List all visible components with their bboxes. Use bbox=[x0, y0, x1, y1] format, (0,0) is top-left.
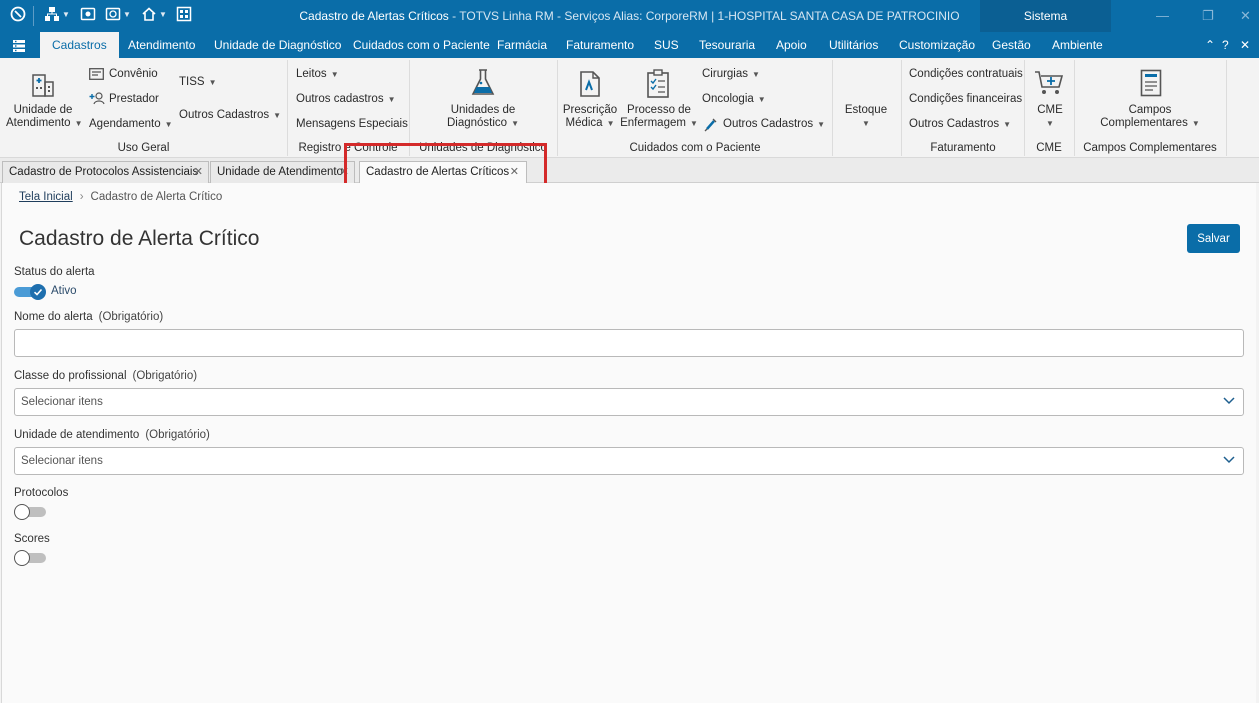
close-tab-icon[interactable]: ✕ bbox=[194, 162, 203, 183]
group-label-uso-geral: Uso Geral bbox=[117, 142, 170, 154]
doc-tab-unidade[interactable]: Unidade de Atendimento ✕ bbox=[210, 161, 355, 183]
group-label-campos: Campos Complementares bbox=[1083, 142, 1217, 154]
outros-cadastros-registro-button[interactable]: Outros cadastros ▼ bbox=[296, 93, 396, 105]
oncologia-button[interactable]: Oncologia ▼ bbox=[702, 93, 766, 105]
form-icon bbox=[1140, 69, 1162, 100]
breadcrumb-home[interactable]: Tela Inicial bbox=[19, 191, 73, 203]
breadcrumb-current: Cadastro de Alerta Crítico bbox=[90, 191, 223, 203]
tab-tesouraria[interactable]: Tesouraria bbox=[699, 32, 755, 58]
scores-toggle[interactable] bbox=[14, 550, 46, 566]
tab-faturamento[interactable]: Faturamento bbox=[566, 32, 634, 58]
cart-icon bbox=[1034, 70, 1064, 99]
convenio-button[interactable]: Convênio bbox=[109, 68, 158, 80]
menu-bar: Cadastros Atendimento Unidade de Diagnós… bbox=[0, 32, 1259, 58]
outros-cadastros-cuidados-button[interactable]: Outros Cadastros ▼ bbox=[723, 118, 825, 130]
close-icon[interactable]: ✕ bbox=[1240, 8, 1251, 24]
prestador-button[interactable]: Prestador bbox=[109, 93, 159, 105]
main-content: Tela Inicial › Cadastro de Alerta Crítico … bbox=[1, 183, 1256, 703]
chevron-down-icon bbox=[1223, 456, 1235, 464]
prescricao-medica-button[interactable]: Prescrição Médica ▼ bbox=[561, 104, 619, 130]
building-icon bbox=[30, 70, 56, 101]
cirurgias-button[interactable]: Cirurgias ▼ bbox=[702, 68, 760, 80]
help-icon[interactable]: ? bbox=[1222, 38, 1229, 52]
campos-complementares-button[interactable]: Campos Complementares ▼ bbox=[1090, 104, 1210, 130]
estoque-button[interactable]: Estoque ▼ bbox=[836, 104, 896, 130]
tab-ambiente[interactable]: Ambiente bbox=[1052, 32, 1103, 58]
tiss-button[interactable]: TISS ▼ bbox=[179, 76, 216, 88]
minimize-icon[interactable]: — bbox=[1156, 8, 1169, 23]
condicoes-contratuais-button[interactable]: Condições contratuais bbox=[909, 68, 1023, 80]
collapse-ribbon-icon[interactable]: ⌃ bbox=[1205, 38, 1215, 52]
menu-icon[interactable] bbox=[12, 39, 26, 56]
sistema-tab[interactable]: Sistema bbox=[980, 0, 1111, 32]
classe-label: Classe do profissional (Obrigatório) bbox=[14, 370, 198, 382]
tab-apoio[interactable]: Apoio bbox=[776, 32, 807, 58]
check-icon bbox=[33, 288, 43, 296]
title-bar: ▼ ▼ ▼ Cadastro de Alertas Críticos - TOT… bbox=[0, 0, 1259, 32]
document-tabs: Cadastro de Protocolos Assistenciais ✕ Un… bbox=[0, 158, 1259, 184]
chevron-down-icon bbox=[1223, 397, 1235, 405]
status-label: Status do alerta bbox=[14, 266, 95, 278]
tab-utilitarios[interactable]: Utilitários bbox=[829, 32, 878, 58]
unidades-diagnostico-button[interactable]: Unidades de Diagnóstico ▼ bbox=[440, 104, 526, 130]
page-title: Cadastro de Alerta Crítico bbox=[19, 227, 260, 250]
tab-sus[interactable]: SUS bbox=[654, 32, 679, 58]
tab-unidade-diagnostico[interactable]: Unidade de Diagnóstico bbox=[214, 32, 341, 58]
tab-cadastros[interactable]: Cadastros bbox=[40, 32, 119, 58]
classe-select[interactable]: Selecionar itens bbox=[14, 388, 1244, 416]
cme-button[interactable]: CME ▼ bbox=[1030, 104, 1070, 130]
protocolos-label: Protocolos bbox=[14, 487, 69, 499]
group-label-faturamento: Faturamento bbox=[930, 142, 996, 154]
restore-icon[interactable]: ❐ bbox=[1202, 8, 1214, 24]
outros-cadastros-uso-button[interactable]: Outros Cadastros ▼ bbox=[179, 109, 281, 121]
leitos-button[interactable]: Leitos ▼ bbox=[296, 68, 339, 80]
status-toggle[interactable] bbox=[14, 284, 46, 300]
group-label-cuidados: Cuidados com o Paciente bbox=[629, 142, 761, 154]
breadcrumb: Tela Inicial › Cadastro de Alerta Crítico bbox=[19, 191, 223, 203]
tab-gestao[interactable]: Gestão bbox=[992, 32, 1031, 58]
tab-cuidados-paciente[interactable]: Cuidados com o Paciente bbox=[353, 32, 490, 58]
tab-customizacao[interactable]: Customização bbox=[899, 32, 975, 58]
unidade-label: Unidade de atendimento (Obrigatório) bbox=[14, 429, 210, 441]
protocolos-toggle[interactable] bbox=[14, 504, 46, 520]
checklist-icon bbox=[646, 69, 670, 101]
tab-farmacia[interactable]: Farmácia bbox=[497, 32, 547, 58]
prescription-icon bbox=[579, 70, 601, 101]
status-value: Ativo bbox=[51, 285, 77, 297]
card-icon bbox=[89, 68, 104, 83]
unidade-atendimento-button[interactable]: Unidade de Atendimento ▼ bbox=[6, 104, 83, 130]
group-label-cme: CME bbox=[1036, 142, 1062, 154]
agendamento-button[interactable]: Agendamento ▼ bbox=[89, 118, 173, 130]
processo-enfermagem-button[interactable]: Processo de Enfermagem ▼ bbox=[620, 104, 698, 130]
outros-cadastros-faturamento-button[interactable]: Outros Cadastros ▼ bbox=[909, 118, 1011, 130]
scores-label: Scores bbox=[14, 533, 50, 545]
mensagens-especiais-button[interactable]: Mensagens Especiais bbox=[296, 118, 408, 130]
unidade-select[interactable]: Selecionar itens bbox=[14, 447, 1244, 475]
nome-label: Nome do alerta (Obrigatório) bbox=[14, 311, 164, 323]
menu-close-icon[interactable]: ✕ bbox=[1240, 38, 1250, 52]
doc-tab-protocolos[interactable]: Cadastro de Protocolos Assistenciais ✕ bbox=[2, 161, 209, 183]
nome-input[interactable] bbox=[14, 329, 1244, 357]
save-button[interactable]: Salvar bbox=[1187, 224, 1240, 253]
add-person-icon bbox=[89, 92, 105, 108]
condicoes-financeiras-button[interactable]: Condições financeiras bbox=[909, 93, 1022, 105]
flask-icon bbox=[470, 68, 496, 101]
ribbon: Unidade de Atendimento ▼ Convênio Prestad… bbox=[0, 58, 1259, 158]
tab-atendimento[interactable]: Atendimento bbox=[128, 32, 195, 58]
syringe-icon bbox=[704, 118, 717, 135]
